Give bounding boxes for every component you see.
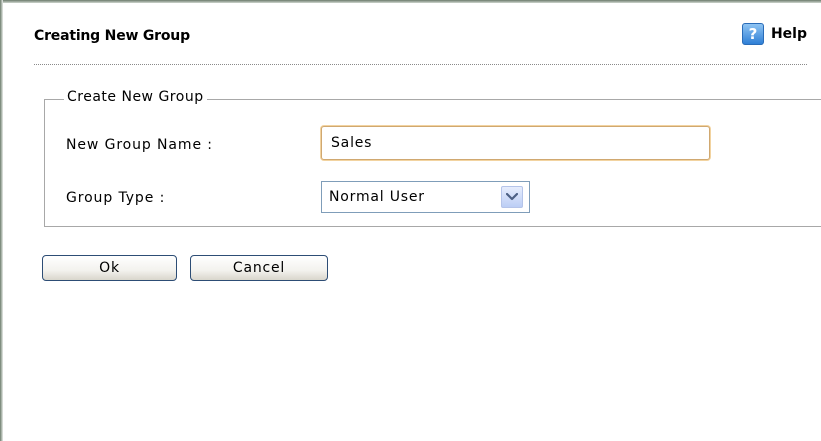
help-link[interactable]: ? Help [741, 22, 807, 46]
fieldset-legend: Create New Group [64, 89, 207, 105]
ok-button[interactable]: Ok [42, 255, 177, 281]
chevron-down-icon[interactable] [501, 186, 523, 208]
group-type-label: Group Type : [66, 190, 166, 206]
window-left-edge [0, 0, 3, 441]
window-top-edge [0, 0, 821, 3]
group-type-selected-value: Normal User [329, 189, 425, 205]
page-header: Creating New Group ? Help [34, 22, 807, 66]
cancel-button[interactable]: Cancel [190, 255, 328, 281]
create-group-fieldset: Create New Group New Group Name : Group … [44, 89, 821, 227]
header-divider [34, 64, 807, 65]
help-label[interactable]: Help [771, 26, 807, 42]
help-icon[interactable]: ? [741, 23, 764, 45]
group-name-label: New Group Name : [66, 137, 213, 153]
page-title: Creating New Group [34, 28, 190, 44]
group-type-select[interactable]: Normal User [321, 181, 530, 213]
group-name-input[interactable] [321, 126, 710, 160]
